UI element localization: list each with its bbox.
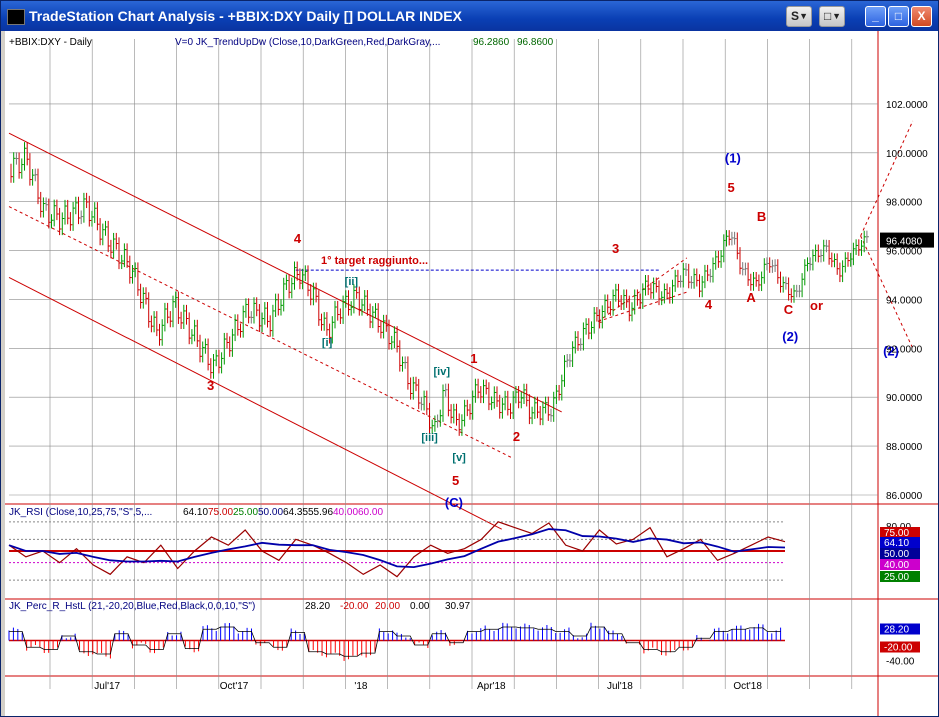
chart-area[interactable]: 3 4 [ii] [i] [iv] 1 [iii] [v] 2 5 (C) 3 4 (1) 5 B A C (2)(… [5, 31, 938, 716]
wave-label: C [784, 302, 794, 317]
maximize-button[interactable]: □ [888, 6, 909, 27]
wave-label: 3 [612, 241, 619, 256]
perc-value: -20.00 [340, 601, 369, 612]
x-tick-label: Jul'17 [94, 681, 120, 692]
grid-lines [5, 31, 938, 716]
wave-label: 4 [294, 231, 302, 246]
or-label: or [810, 298, 823, 313]
wave-label: (2) [782, 329, 798, 344]
y-tick-label: 88.0000 [886, 442, 923, 453]
app-icon [7, 9, 25, 25]
target-label: 1° target raggiunto... [321, 255, 428, 267]
wave-label: [i] [322, 337, 333, 349]
wave-label: B [757, 209, 766, 224]
rsi-value: 25.00 [233, 507, 258, 518]
rsi-value: 64.35 [283, 507, 308, 518]
window-title: TradeStation Chart Analysis - +BBIX:DXY … [29, 8, 462, 24]
rsi-value: 55.96 [308, 507, 333, 518]
y-tick-label: 98.0000 [886, 198, 923, 209]
symbol-menu-label: S [791, 9, 800, 23]
y-tick-label: 94.0000 [886, 295, 923, 306]
perc-lower-tick: -40.00 [886, 657, 915, 668]
chart-menu-button[interactable]: □ ▼ [819, 6, 845, 27]
wave-label: [iii] [421, 432, 438, 444]
wave-label: 2 [513, 429, 520, 444]
minimize-button[interactable]: _ [865, 6, 886, 27]
rsi-value: 40.00 [333, 507, 358, 518]
last-price-value: 96.4080 [886, 237, 923, 248]
dropdown-arrow-icon: ▼ [832, 11, 841, 21]
close-button[interactable]: X [911, 6, 932, 27]
wave-label: 1 [470, 351, 477, 366]
y-tick-label: 100.0000 [886, 149, 928, 160]
perc-axis-tag-value: -20.00 [884, 643, 913, 654]
wave-label: [v] [452, 452, 466, 464]
y-tick-label: 92.0000 [886, 344, 923, 355]
x-tick-label: Oct'17 [220, 681, 249, 692]
indicator-value: 96.2860 [473, 37, 510, 48]
wave-label: 5 [452, 473, 459, 488]
wave-label: A [746, 290, 756, 305]
perc-label: JK_Perc_R_HstL (21,-20,20,Blue,Red,Black… [9, 601, 255, 612]
chart-background [5, 31, 938, 716]
rsi-axis-tag-value: 25.00 [884, 572, 909, 583]
perc-value: 20.00 [375, 601, 400, 612]
wave-label: 3 [207, 378, 214, 393]
symbol-menu-button[interactable]: S ▼ [786, 6, 812, 27]
wave-label: [ii] [345, 276, 359, 288]
indicator-label: V=0 JK_TrendUpDw (Close,10,DarkGreen,Red… [175, 37, 440, 48]
perc-axis-tag-value: 28.20 [884, 625, 909, 636]
y-tick-label: 90.0000 [886, 393, 923, 404]
title-bar: TradeStation Chart Analysis - +BBIX:DXY … [1, 1, 938, 31]
dropdown-arrow-icon: ▼ [799, 11, 808, 21]
y-tick-label: 86.0000 [886, 491, 923, 502]
rsi-axis-tag-value: 50.00 [884, 549, 909, 560]
indicator-value: 96.8600 [517, 37, 554, 48]
perc-value: 0.00 [410, 601, 430, 612]
perc-value: 28.20 [305, 601, 330, 612]
x-tick-label: '18 [354, 681, 367, 692]
rsi-value: 64.10 [183, 507, 208, 518]
x-tick-label: Apr'18 [477, 681, 506, 692]
chart-menu-label: □ [824, 9, 832, 23]
rsi-value: 75.00 [208, 507, 233, 518]
rsi-label: JK_RSI (Close,10,25,75,"S",5,... [9, 507, 152, 518]
symbol-label: +BBIX:DXY - Daily [9, 37, 92, 48]
rsi-axis-tag-value: 40.00 [884, 560, 909, 571]
chart-window: TradeStation Chart Analysis - +BBIX:DXY … [0, 0, 939, 717]
rsi-value: 60.00 [358, 507, 383, 518]
wave-label: (1) [725, 151, 741, 166]
wave-label: [iv] [434, 366, 451, 378]
rsi-value: 50.00 [258, 507, 283, 518]
y-tick-label: 96.0000 [886, 247, 923, 258]
wave-label: (C) [445, 495, 463, 510]
perc-value: 30.97 [445, 601, 470, 612]
y-tick-label: 102.0000 [886, 100, 928, 111]
rsi-axis-tag-value: 64.10 [884, 538, 909, 549]
x-tick-label: Jul'18 [607, 681, 633, 692]
wave-label: 5 [728, 180, 735, 195]
x-tick-label: Oct'18 [733, 681, 762, 692]
chart-canvas[interactable]: 34[ii][i][iv]1[iii][v]25(C)34(1)5BAC(2)(… [5, 31, 938, 716]
wave-label: 4 [705, 297, 713, 312]
